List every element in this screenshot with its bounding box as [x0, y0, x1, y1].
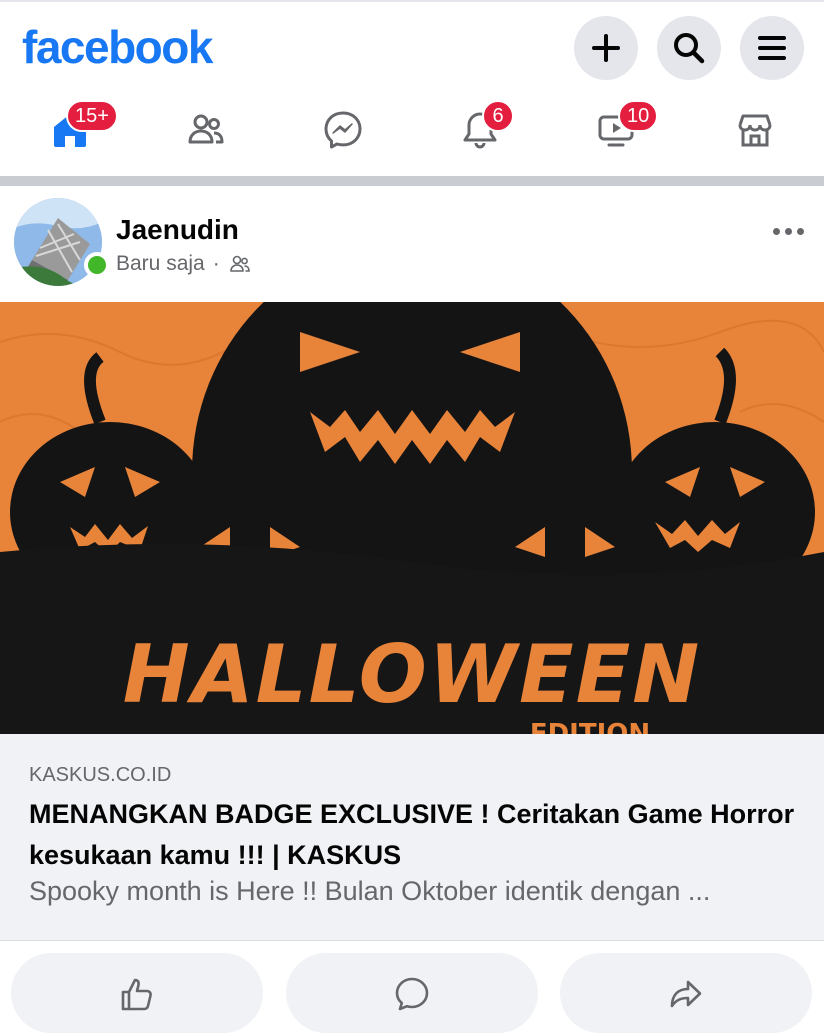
create-button[interactable]	[574, 16, 638, 80]
search-icon	[674, 33, 705, 64]
online-status-dot	[84, 252, 110, 278]
tab-notifications[interactable]: 6	[440, 98, 520, 162]
tab-friends[interactable]	[166, 98, 246, 162]
friends-icon	[188, 114, 224, 144]
tab-marketplace[interactable]	[715, 98, 795, 162]
tab-bar: 15+ 6 10	[0, 98, 824, 162]
link-title: MENANGKAN BADGE EXCLUSIVE ! Ceritakan Ga…	[29, 799, 795, 870]
top-bar: facebook 15+ 6 10	[0, 0, 824, 176]
halloween-artwork: HALLOWEEN EDITION	[0, 302, 824, 734]
meta-separator: ·	[212, 252, 220, 275]
feed-divider	[0, 176, 824, 186]
facebook-logo[interactable]: facebook	[22, 20, 213, 74]
post-image[interactable]: HALLOWEEN EDITION	[0, 302, 824, 734]
post-actions-bar	[0, 940, 824, 1033]
search-button[interactable]	[657, 16, 721, 80]
link-preview-card[interactable]: KASKUS.CO.ID MENANGKAN BADGE EXCLUSIVE !…	[0, 734, 824, 940]
tab-home[interactable]: 15+	[30, 98, 118, 162]
watch-badge: 10	[618, 100, 659, 132]
friends-audience-icon[interactable]	[228, 252, 252, 276]
link-domain: KASKUS.CO.ID	[29, 764, 172, 786]
hamburger-menu-icon	[758, 36, 786, 60]
post-meta: Baru saja ·	[116, 252, 252, 276]
tab-watch[interactable]: 10	[576, 98, 659, 162]
halloween-subtitle-text: EDITION	[530, 719, 650, 734]
share-button[interactable]	[560, 953, 812, 1033]
home-badge: 15+	[66, 100, 118, 132]
comment-button[interactable]	[286, 953, 538, 1033]
messenger-icon	[324, 111, 362, 149]
halloween-title-text: HALLOWEEN	[123, 628, 701, 721]
notifications-badge: 6	[482, 100, 514, 132]
post-header: Jaenudin Baru saja ·	[0, 186, 824, 302]
post-time[interactable]: Baru saja	[116, 252, 205, 276]
tab-messenger[interactable]	[303, 98, 383, 162]
more-icon-dot	[796, 227, 804, 235]
post-more-options-button[interactable]	[770, 216, 806, 246]
thumbs-up-icon	[121, 978, 152, 1011]
plus-icon	[592, 34, 620, 62]
menu-button[interactable]	[740, 16, 804, 80]
comment-icon	[395, 977, 429, 1011]
like-button[interactable]	[11, 953, 263, 1033]
more-icon-dot	[784, 227, 792, 235]
store-icon	[738, 114, 772, 147]
more-icon-dot	[772, 227, 780, 235]
link-description: Spooky month is Here !! Bulan Oktober id…	[29, 876, 711, 906]
post-author-name[interactable]: Jaenudin	[116, 214, 239, 246]
share-icon	[670, 980, 702, 1008]
